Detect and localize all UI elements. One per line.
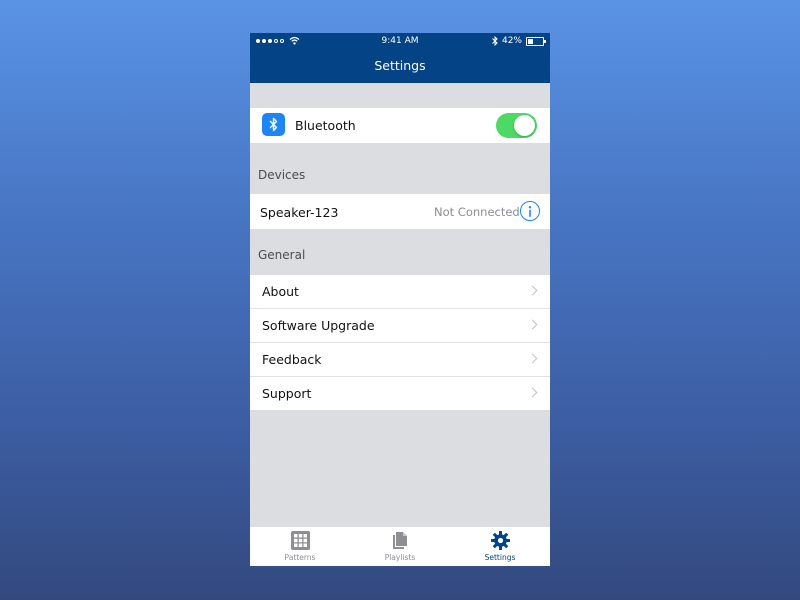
general-item-feedback[interactable]: Feedback bbox=[250, 342, 550, 376]
devices-section-header: Devices bbox=[258, 168, 306, 182]
bluetooth-row: Bluetooth bbox=[250, 108, 550, 143]
general-item-support[interactable]: Support bbox=[250, 376, 550, 410]
bluetooth-status-icon bbox=[492, 36, 498, 46]
chevron-right-icon bbox=[527, 319, 538, 330]
general-section-header: General bbox=[258, 248, 306, 262]
bluetooth-icon bbox=[262, 113, 285, 136]
tab-settings[interactable]: Settings bbox=[450, 527, 550, 566]
chevron-right-icon bbox=[527, 353, 538, 364]
device-status: Not Connected bbox=[434, 205, 520, 219]
info-icon[interactable] bbox=[520, 201, 540, 221]
general-item-label: About bbox=[262, 284, 299, 299]
bluetooth-toggle[interactable] bbox=[496, 113, 537, 138]
general-item-label: Software Upgrade bbox=[262, 318, 375, 333]
page-title: Settings bbox=[374, 58, 426, 73]
tab-label: Playlists bbox=[384, 553, 416, 562]
device-row[interactable]: Speaker-123 Not Connected bbox=[250, 194, 550, 229]
documents-icon bbox=[392, 532, 407, 549]
battery-icon bbox=[526, 36, 546, 46]
status-right: 42% bbox=[492, 36, 546, 46]
tab-bar: Patterns Playlists Settings bbox=[250, 527, 550, 566]
tab-label: Settings bbox=[484, 553, 516, 562]
battery-fill bbox=[528, 38, 534, 44]
tab-playlists[interactable]: Playlists bbox=[350, 527, 450, 566]
general-item-label: Feedback bbox=[262, 352, 322, 367]
general-item-software-upgrade[interactable]: Software Upgrade bbox=[250, 308, 550, 342]
device-name: Speaker-123 bbox=[260, 205, 339, 220]
general-item-label: Support bbox=[262, 386, 312, 401]
status-bar: 9:41 AM 42% bbox=[250, 33, 550, 50]
general-list: About Software Upgrade Feedback Support bbox=[250, 275, 550, 410]
chevron-right-icon bbox=[527, 387, 538, 398]
toggle-knob bbox=[514, 115, 535, 136]
gear-icon bbox=[490, 531, 510, 550]
chevron-right-icon bbox=[527, 285, 538, 296]
general-item-about[interactable]: About bbox=[250, 275, 550, 308]
phone-screen: 9:41 AM 42% Settings Bluetooth Devices S… bbox=[250, 33, 550, 566]
grid-icon bbox=[290, 531, 310, 550]
bluetooth-label: Bluetooth bbox=[295, 118, 356, 133]
tab-label: Patterns bbox=[284, 553, 316, 562]
nav-bar: Settings bbox=[250, 50, 550, 83]
tab-patterns[interactable]: Patterns bbox=[250, 527, 350, 566]
battery-percent: 42% bbox=[501, 36, 522, 46]
